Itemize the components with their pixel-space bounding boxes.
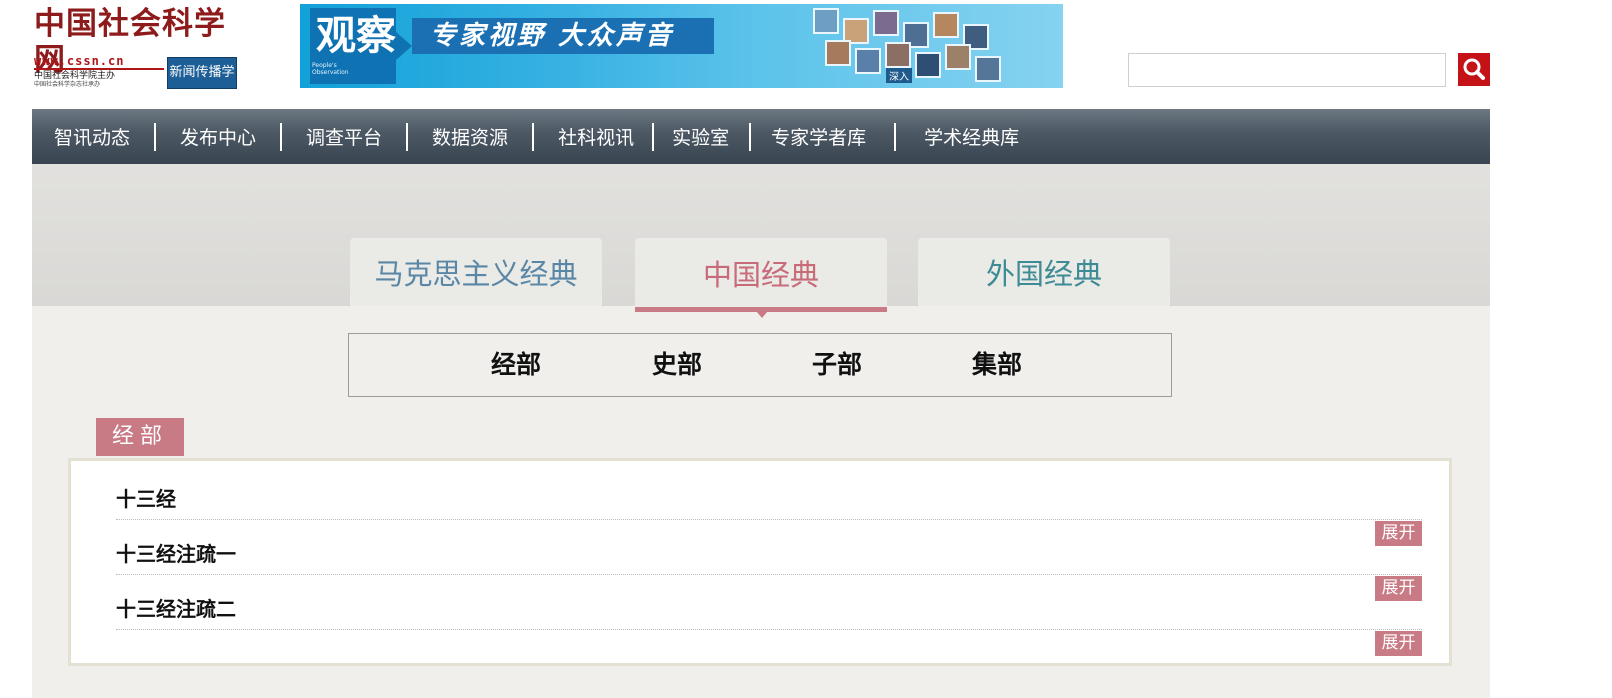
classics-list: 十三经 展开 十三经注疏一 展开 十三经注疏二 展开 <box>68 458 1452 666</box>
observation-banner[interactable]: 观察 People's Observation 专家视野 大众声音 深入 <box>300 4 1063 88</box>
search-icon <box>1463 58 1485 80</box>
nav-item-classics[interactable]: 学术经典库 <box>924 123 1019 150</box>
nav-separator <box>280 122 283 151</box>
list-item: 十三经注疏一 展开 <box>116 521 1422 601</box>
nav-item-lab[interactable]: 实验室 <box>672 123 729 150</box>
nav-separator <box>652 122 655 151</box>
nav-separator <box>894 122 897 151</box>
logo-url: www.cssn.cn <box>34 54 125 68</box>
search-button[interactable] <box>1458 53 1490 86</box>
tab-marxist-classics[interactable]: 马克思主义经典 <box>350 238 602 306</box>
section-label: 经部 <box>96 418 184 456</box>
subnav-shi[interactable]: 史部 <box>652 334 702 396</box>
nav-item-experts[interactable]: 专家学者库 <box>771 123 866 150</box>
list-item: 十三经 展开 <box>116 466 1422 546</box>
tab-foreign-classics[interactable]: 外国经典 <box>918 238 1170 306</box>
nav-separator <box>406 122 409 151</box>
nav-item-video[interactable]: 社科视讯 <box>558 123 634 150</box>
logo-sponsor: 中国社会科学院主办 <box>34 71 116 81</box>
banner-arrow-icon <box>396 32 412 60</box>
banner-logo-text: 观察 <box>316 12 396 59</box>
main-nav: 智讯动态 发布中心 调查平台 数据资源 社科视讯 实验室 专家学者库 学术经典库 <box>32 109 1490 164</box>
banner-logo-subtitle: People's Observation <box>312 62 349 76</box>
main-content: 马克思主义经典 中国经典 外国经典 经部 史部 子部 集部 经部 十三经 展开 … <box>32 164 1490 698</box>
category-subnav: 经部 史部 子部 集部 <box>348 333 1172 397</box>
subnav-ji[interactable]: 集部 <box>972 334 1022 396</box>
subnav-jing[interactable]: 经部 <box>491 334 541 396</box>
tab-chinese-classics[interactable]: 中国经典 <box>635 238 887 312</box>
active-tab-caret-icon <box>756 311 768 318</box>
nav-item-news[interactable]: 智讯动态 <box>54 123 130 150</box>
list-item-title[interactable]: 十三经注疏二 <box>116 595 236 623</box>
banner-cube-label: 深入 <box>886 68 912 83</box>
site-logo[interactable]: 中国社会科学网 www.cssn.cn 中国社会科学院主办 中国社会科学杂志社承… <box>34 6 239 90</box>
list-item-title[interactable]: 十三经 <box>116 485 176 513</box>
list-item-title[interactable]: 十三经注疏一 <box>116 540 236 568</box>
logo-organizer: 中国社会科学杂志社承办 <box>34 81 101 88</box>
logo-divider <box>34 68 164 70</box>
nav-separator <box>532 122 535 151</box>
nav-item-survey[interactable]: 调查平台 <box>306 123 382 150</box>
search-input[interactable] <box>1128 53 1446 87</box>
nav-separator <box>154 122 157 151</box>
nav-item-releases[interactable]: 发布中心 <box>180 123 256 150</box>
nav-separator <box>749 122 752 151</box>
banner-slogan: 专家视野 大众声音 <box>430 21 675 51</box>
list-item: 十三经注疏二 展开 <box>116 576 1422 656</box>
channel-badge: 新闻传播学 <box>167 57 237 89</box>
subnav-zi[interactable]: 子部 <box>812 334 862 396</box>
expand-button[interactable]: 展开 <box>1375 631 1422 656</box>
tab-bar: 马克思主义经典 中国经典 外国经典 <box>32 164 1490 312</box>
nav-item-data[interactable]: 数据资源 <box>432 123 508 150</box>
